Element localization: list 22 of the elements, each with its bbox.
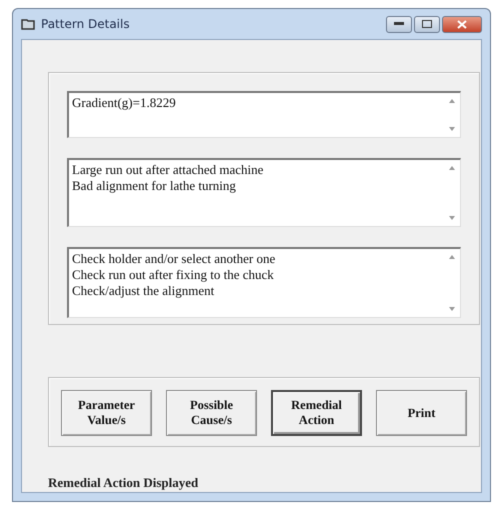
up-arrow-icon[interactable]	[449, 166, 455, 170]
up-arrow-icon[interactable]	[449, 99, 455, 103]
minimize-icon	[394, 22, 404, 26]
status-label: Remedial Action Displayed	[48, 475, 198, 491]
text-area[interactable]: Gradient(g)=1.8229	[67, 91, 461, 138]
up-arrow-icon[interactable]	[449, 255, 455, 259]
action-button[interactable]: Remedial Action	[271, 390, 362, 436]
maximize-icon	[422, 20, 432, 28]
maximize-button[interactable]	[414, 16, 440, 32]
down-arrow-icon[interactable]	[449, 127, 455, 131]
action-button[interactable]: Parameter Value/s	[61, 390, 152, 436]
minimize-button[interactable]	[386, 16, 412, 32]
window-icon	[21, 18, 35, 30]
close-button[interactable]	[442, 16, 482, 32]
down-arrow-icon[interactable]	[449, 307, 455, 311]
action-button[interactable]: Print	[376, 390, 468, 436]
window-title: Pattern Details	[41, 17, 130, 31]
text-area[interactable]: Large run out after attached machine Bad alignment for lathe turning	[67, 158, 461, 227]
action-button[interactable]: Possible Cause/s	[166, 390, 257, 436]
down-arrow-icon[interactable]	[449, 216, 455, 220]
text-area[interactable]: Check holder and/or select another one Check run out after fixing to the chuck Check/adjust the alignment	[67, 247, 461, 318]
close-icon	[457, 20, 467, 28]
